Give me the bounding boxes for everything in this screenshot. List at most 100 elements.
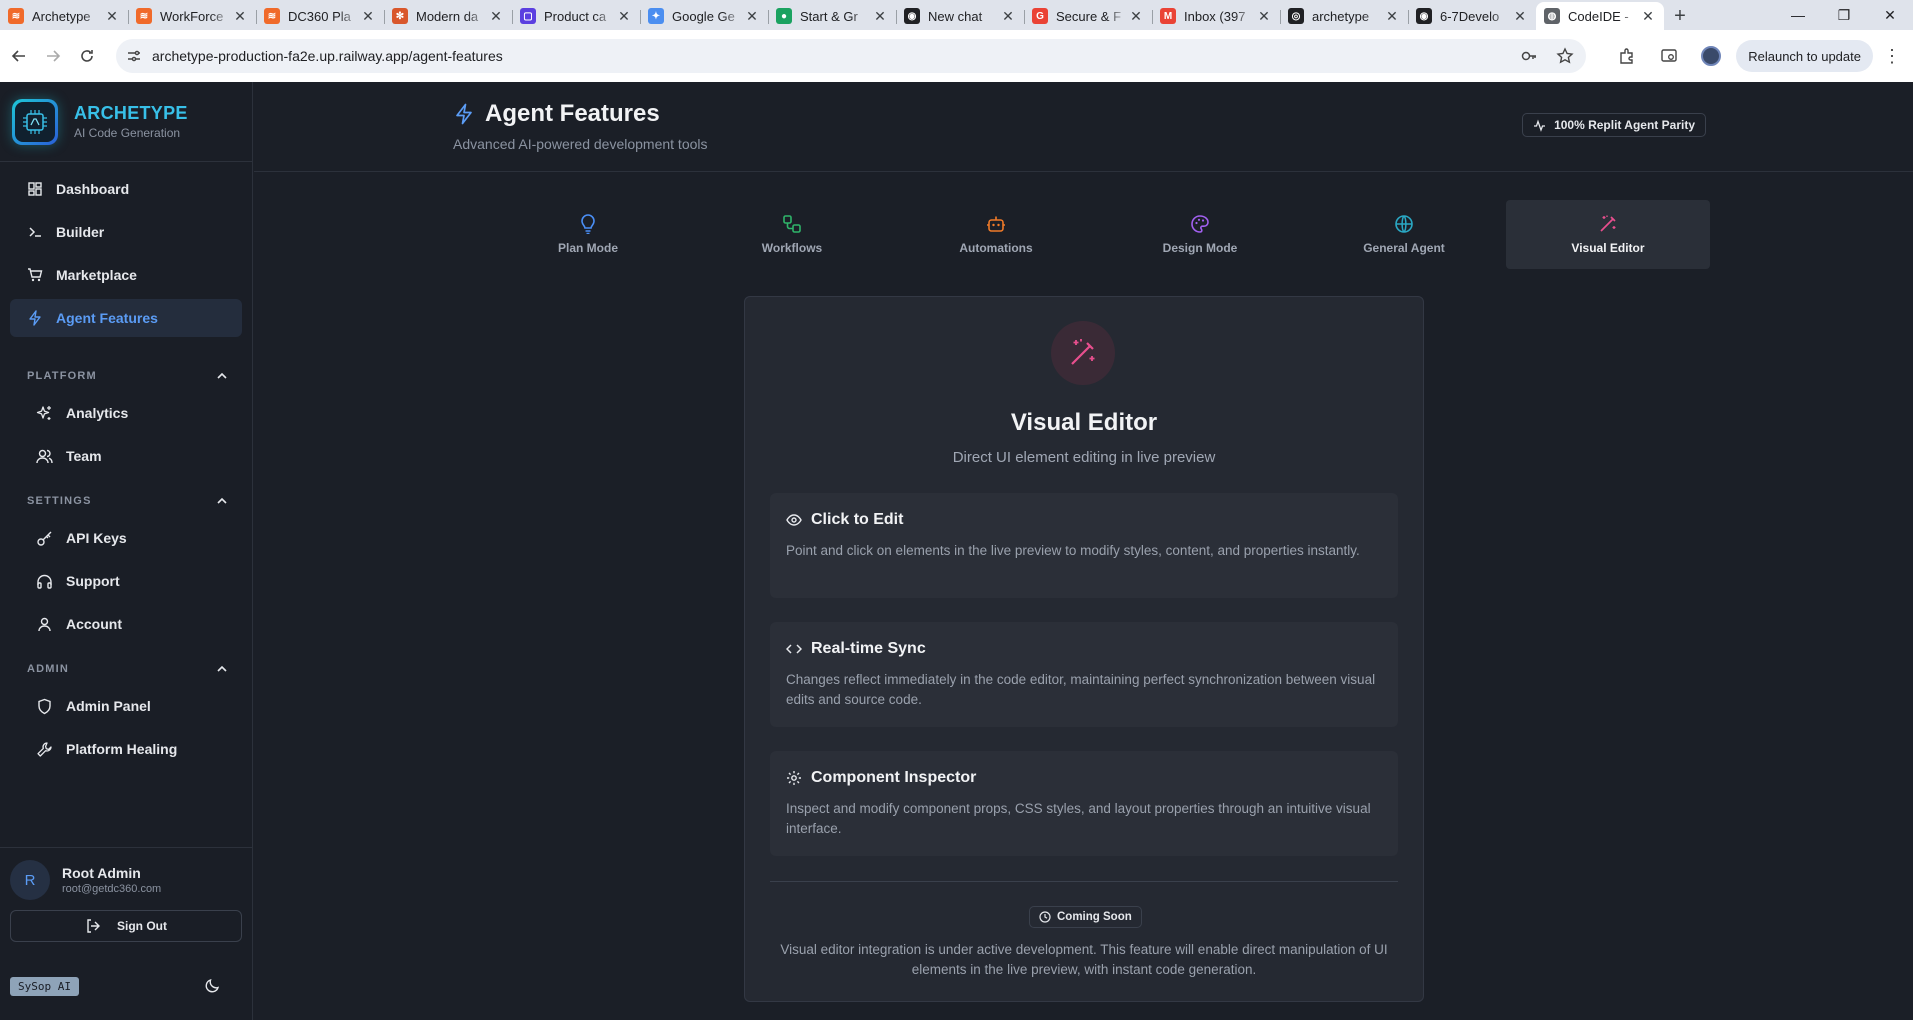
eye-icon bbox=[786, 514, 802, 526]
browser-tab[interactable]: ≋ Archetype ✕ bbox=[0, 2, 128, 30]
logout-icon bbox=[87, 919, 100, 933]
visual-editor-card: Visual Editor Direct UI element editing … bbox=[744, 296, 1424, 1002]
profile-avatar-icon[interactable] bbox=[1696, 41, 1726, 71]
close-icon[interactable]: ✕ bbox=[104, 8, 120, 25]
nav-item-label: API Keys bbox=[66, 530, 127, 546]
browser-tab[interactable]: ● Start & Gr ✕ bbox=[768, 2, 896, 30]
browser-tab[interactable]: ≋ WorkForce ✕ bbox=[128, 2, 256, 30]
nav-item-account[interactable]: Account bbox=[0, 605, 252, 643]
relaunch-to-update-button[interactable]: Relaunch to update bbox=[1736, 40, 1873, 72]
tab-title: Google Ge bbox=[672, 8, 735, 24]
parity-badge: 100% Replit Agent Parity bbox=[1522, 113, 1706, 137]
feature-real-time-sync: Real-time Sync Changes reflect immediate… bbox=[770, 622, 1398, 727]
browser-tab[interactable]: G Secure & F ✕ bbox=[1024, 2, 1152, 30]
code-icon bbox=[786, 644, 802, 654]
grid-icon bbox=[28, 182, 42, 196]
browser-tab[interactable]: ✦ Google Ge ✕ bbox=[640, 2, 768, 30]
section-title: SETTINGS bbox=[27, 495, 92, 507]
close-window-icon[interactable]: ✕ bbox=[1867, 0, 1913, 30]
more-menu-icon[interactable]: ⋮ bbox=[1877, 41, 1907, 71]
tab-automations[interactable]: Automations bbox=[894, 200, 1098, 269]
nav-item-agent-features[interactable]: Agent Features bbox=[10, 299, 242, 337]
tab-workflows[interactable]: Workflows bbox=[690, 200, 894, 269]
close-icon[interactable]: ✕ bbox=[1000, 8, 1016, 25]
close-icon[interactable]: ✕ bbox=[1640, 8, 1656, 25]
site-info-icon[interactable] bbox=[126, 48, 142, 67]
sysop-ai-badge[interactable]: SySop AI bbox=[10, 977, 79, 996]
nav-item-admin-panel[interactable]: Admin Panel bbox=[0, 687, 252, 725]
back-arrow-icon[interactable] bbox=[4, 41, 34, 71]
close-icon[interactable]: ✕ bbox=[232, 8, 248, 25]
password-key-icon[interactable] bbox=[1520, 47, 1538, 68]
extensions-icon[interactable] bbox=[1612, 41, 1642, 71]
nav-item-analytics[interactable]: Analytics bbox=[0, 394, 252, 432]
feature-component-inspector: Component Inspector Inspect and modify c… bbox=[770, 751, 1398, 856]
browser-tab[interactable]: ✻ Modern da ✕ bbox=[384, 2, 512, 30]
nav-item-label: Dashboard bbox=[56, 181, 130, 197]
tab-title: Start & Gr bbox=[800, 8, 858, 24]
reload-icon[interactable] bbox=[72, 41, 102, 71]
theme-toggle-moon-icon[interactable] bbox=[204, 977, 221, 999]
browser-tab[interactable]: ▢ Product ca ✕ bbox=[512, 2, 640, 30]
brand-header[interactable]: ARCHETYPE AI Code Generation bbox=[0, 82, 252, 162]
close-icon[interactable]: ✕ bbox=[1128, 8, 1144, 25]
close-icon[interactable]: ✕ bbox=[1384, 8, 1400, 25]
nav-item-support[interactable]: Support bbox=[0, 562, 252, 600]
browser-tab[interactable]: ◉ New chat ✕ bbox=[896, 2, 1024, 30]
address-bar[interactable]: archetype-production-fa2e.up.railway.app… bbox=[116, 39, 1586, 73]
maximize-icon[interactable]: ❐ bbox=[1821, 0, 1867, 30]
tab-search-icon[interactable] bbox=[1654, 41, 1684, 71]
minimize-icon[interactable]: — bbox=[1775, 0, 1821, 30]
close-icon[interactable]: ✕ bbox=[360, 8, 376, 25]
nav-item-builder[interactable]: Builder bbox=[10, 213, 242, 251]
close-icon[interactable]: ✕ bbox=[872, 8, 888, 25]
browser-tab[interactable]: ◉ 6-7Develo ✕ bbox=[1408, 2, 1536, 30]
tab-design-mode[interactable]: Design Mode bbox=[1098, 200, 1302, 269]
tab-title: Archetype bbox=[32, 8, 91, 24]
lightning-icon bbox=[29, 310, 41, 326]
magic-wand-icon bbox=[1071, 339, 1095, 365]
nav-item-platform-healing[interactable]: Platform Healing bbox=[0, 730, 252, 768]
browser-tab-strip: ≋ Archetype ✕ ≋ WorkForce ✕ ≋ DC360 Pla ✕ ✻ Mod… bbox=[0, 0, 1913, 30]
nav-item-label: Platform Healing bbox=[66, 741, 178, 757]
section-header-platform[interactable]: PLATFORM bbox=[0, 358, 252, 394]
browser-toolbar: archetype-production-fa2e.up.railway.app… bbox=[0, 30, 1913, 82]
card-title: Visual Editor bbox=[1010, 409, 1158, 436]
browser-tab[interactable]: ≋ DC360 Pla ✕ bbox=[256, 2, 384, 30]
browser-tab[interactable]: ◎ archetype ✕ bbox=[1280, 2, 1408, 30]
close-icon[interactable]: ✕ bbox=[744, 8, 760, 25]
user-icon bbox=[38, 617, 51, 631]
section-title: PLATFORM bbox=[27, 370, 97, 382]
nav-item-label: Support bbox=[66, 573, 120, 589]
sign-out-label: Sign Out bbox=[117, 919, 167, 933]
close-icon[interactable]: ✕ bbox=[1512, 8, 1528, 25]
tab-visual-editor[interactable]: Visual Editor bbox=[1506, 200, 1710, 269]
nav-item-dashboard[interactable]: Dashboard bbox=[10, 170, 242, 208]
brand-name: ARCHETYPE bbox=[74, 103, 188, 123]
close-icon[interactable]: ✕ bbox=[1256, 8, 1272, 25]
nav-item-api-keys[interactable]: API Keys bbox=[0, 519, 252, 557]
tab-plan-mode[interactable]: Plan Mode bbox=[486, 200, 690, 269]
close-icon[interactable]: ✕ bbox=[616, 8, 632, 25]
section-header-admin[interactable]: ADMIN bbox=[0, 651, 252, 687]
avatar[interactable]: R bbox=[10, 860, 50, 900]
tab-favicon-icon: ▢ bbox=[520, 8, 536, 24]
section-header-settings[interactable]: SETTINGS bbox=[0, 483, 252, 519]
forward-arrow-icon[interactable] bbox=[38, 41, 68, 71]
close-icon[interactable]: ✕ bbox=[488, 8, 504, 25]
feature-description: Inspect and modify component props, CSS … bbox=[786, 801, 1371, 836]
nav-item-marketplace[interactable]: Marketplace bbox=[10, 256, 242, 294]
tab-favicon-icon: ◉ bbox=[1416, 8, 1432, 24]
terminal-icon bbox=[29, 227, 41, 237]
main-nav: Dashboard Builder Marketplace Agent Feat… bbox=[0, 162, 252, 350]
new-tab-button[interactable]: + bbox=[1664, 2, 1696, 30]
clock-icon bbox=[1039, 911, 1051, 923]
nav-item-team[interactable]: Team bbox=[0, 437, 252, 475]
tab-label: Design Mode bbox=[1162, 241, 1238, 255]
bookmark-star-icon[interactable] bbox=[1556, 47, 1574, 68]
feature-description: Changes reflect immediately in the code … bbox=[786, 672, 1376, 707]
sign-out-button[interactable]: Sign Out bbox=[10, 910, 242, 942]
browser-tab-active[interactable]: ◍ CodeIDE - ✕ bbox=[1536, 2, 1664, 30]
tab-general-agent[interactable]: General Agent bbox=[1302, 200, 1506, 269]
browser-tab[interactable]: M Inbox (397 ✕ bbox=[1152, 2, 1280, 30]
